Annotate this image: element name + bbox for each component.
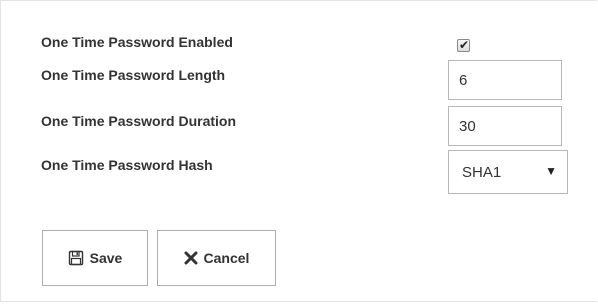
save-button-label: Save — [89, 250, 123, 266]
save-button[interactable]: Save — [42, 230, 148, 286]
cancel-button-label: Cancel — [203, 250, 250, 266]
cancel-button[interactable]: Cancel — [157, 230, 276, 286]
otp-hash-selected-value: SHA1 — [462, 164, 502, 181]
otp-length-input[interactable] — [448, 60, 562, 100]
otp-length-label: One Time Password Length — [41, 67, 226, 83]
floppy-disk-icon — [68, 250, 84, 266]
otp-duration-input[interactable] — [448, 106, 562, 146]
checkmark-icon: ✔ — [459, 38, 470, 52]
otp-enabled-label: One Time Password Enabled — [41, 34, 233, 50]
otp-hash-label: One Time Password Hash — [41, 157, 213, 173]
otp-enabled-checkbox[interactable]: ✔ — [457, 38, 470, 52]
otp-duration-label: One Time Password Duration — [41, 113, 237, 129]
otp-settings-panel: One Time Password Enabled ✔ One Time Pas… — [0, 0, 597, 302]
x-icon — [184, 251, 198, 265]
otp-hash-select[interactable]: SHA1 ▼ — [448, 150, 568, 194]
dropdown-arrow-icon: ▼ — [545, 164, 557, 178]
